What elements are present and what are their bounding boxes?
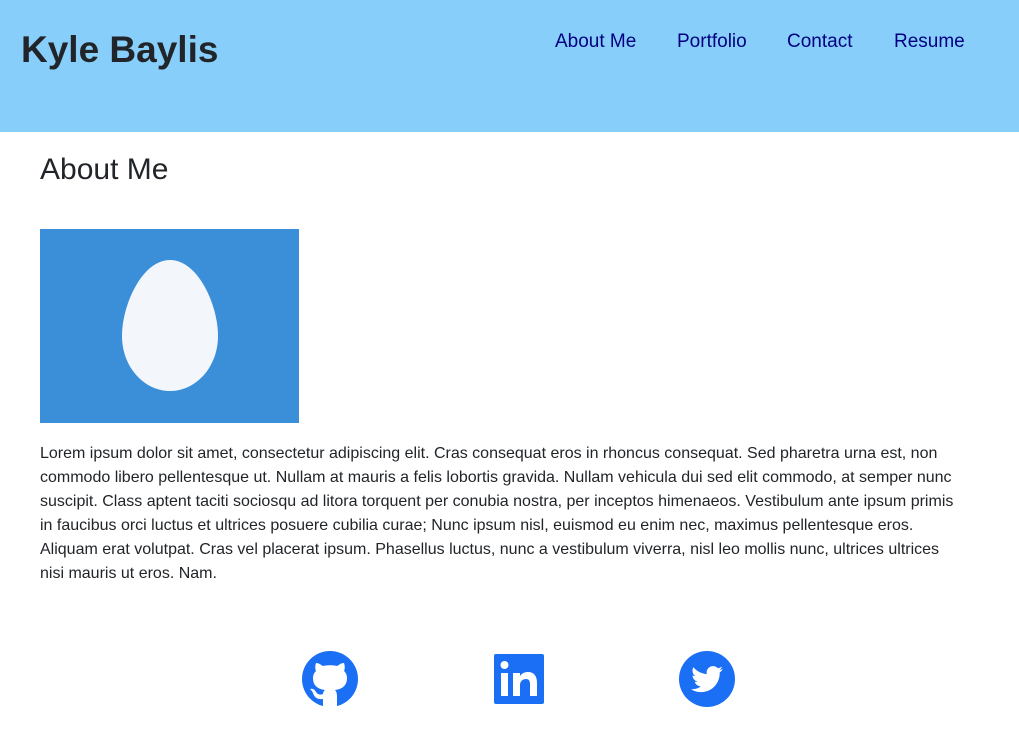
linkedin-icon	[494, 654, 544, 704]
site-header: Kyle Baylis About Me Portfolio Contact R…	[0, 0, 1019, 132]
twitter-link[interactable]	[678, 650, 736, 708]
twitter-icon	[679, 651, 735, 707]
github-icon	[302, 651, 358, 707]
linkedin-link[interactable]	[490, 650, 548, 708]
github-link[interactable]	[301, 650, 359, 708]
egg-avatar-icon	[122, 260, 218, 391]
nav-link-about-me[interactable]: About Me	[555, 30, 636, 54]
main-nav: About Me Portfolio Contact Resume	[0, 30, 1019, 56]
nav-link-portfolio[interactable]: Portfolio	[677, 30, 747, 54]
nav-link-contact[interactable]: Contact	[787, 30, 852, 54]
section-title: About Me	[40, 153, 169, 186]
nav-link-resume[interactable]: Resume	[894, 30, 965, 54]
bio-text: Lorem ipsum dolor sit amet, consectetur …	[40, 445, 954, 582]
profile-photo	[40, 229, 299, 423]
